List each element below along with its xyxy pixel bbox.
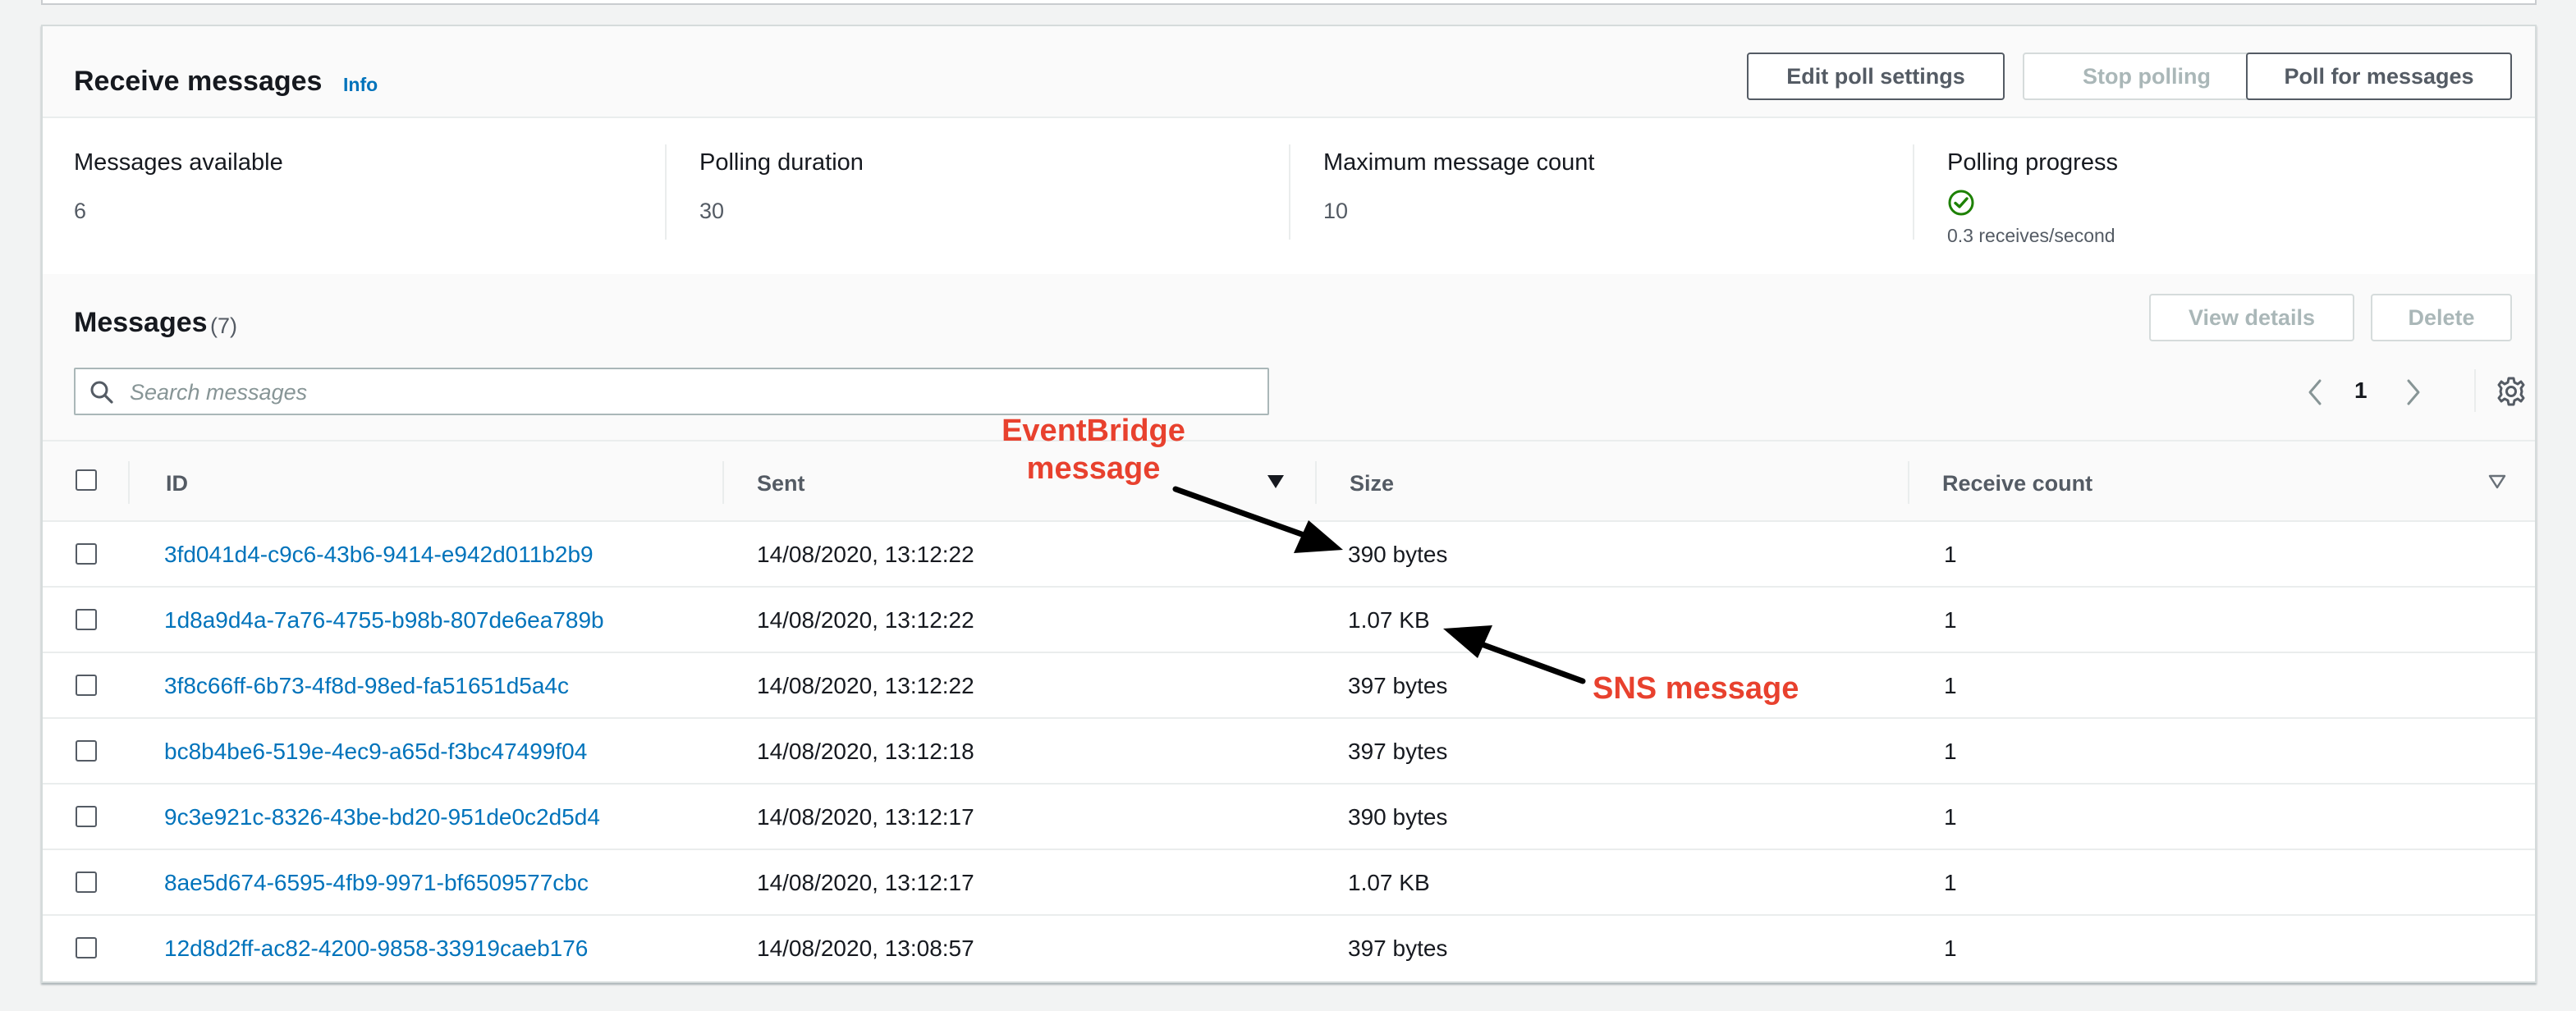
receive-count-cell: 1 [1944,542,1957,567]
table-row[interactable]: 9c3e921c-8326-43be-bd20-951de0c2d5d4 14/… [43,785,2535,850]
search-box [74,368,1269,415]
gear-icon[interactable] [2496,376,2527,407]
column-divider[interactable] [1908,461,1909,504]
row-checkbox[interactable] [76,740,97,762]
stat-label: Polling duration [699,149,864,176]
message-id-link[interactable]: 9c3e921c-8326-43be-bd20-951de0c2d5d4 [164,804,600,830]
stat-messages-available: Messages available 6 [74,143,649,240]
column-divider[interactable] [722,461,724,504]
poll-for-messages-button[interactable]: Poll for messages [2246,53,2512,100]
row-checkbox[interactable] [76,609,97,630]
table-row[interactable]: 8ae5d674-6595-4fb9-9971-bf6509577cbc 14/… [43,850,2535,916]
size-cell: 1.07 KB [1348,607,1430,633]
sns-annotation: SNS message [1593,671,1799,706]
search-icon [90,381,113,404]
sent-cell: 14/08/2020, 13:08:57 [757,936,974,961]
receive-messages-panel: Receive messages Info Edit poll settings… [41,25,2537,983]
stat-polling-duration: Polling duration 30 [699,143,1274,240]
receive-count-cell: 1 [1944,739,1957,764]
column-header-size[interactable]: Size [1350,471,1394,496]
receive-count-cell: 1 [1944,607,1957,633]
edit-poll-settings-button[interactable]: Edit poll settings [1747,53,2005,100]
stat-label: Maximum message count [1323,149,1595,176]
size-cell: 390 bytes [1348,804,1448,830]
row-checkbox[interactable] [76,543,97,565]
page-number[interactable]: 1 [2354,377,2367,404]
row-checkbox[interactable] [76,937,97,958]
polling-rate: 0.3 receives/second [1947,225,2115,246]
select-all-checkbox[interactable] [76,469,97,491]
delete-button[interactable]: Delete [2371,294,2512,341]
table-row[interactable]: 3fd041d4-c9c6-43b6-9414-e942d011b2b9 14/… [43,522,2535,588]
message-id-link[interactable]: 1d8a9d4a-7a76-4755-b98b-807de6ea789b [164,607,604,634]
row-checkbox[interactable] [76,871,97,893]
column-header-receive-count[interactable]: Receive count [1942,471,2092,496]
stat-label: Messages available [74,149,283,176]
message-id-link[interactable]: 8ae5d674-6595-4fb9-9971-bf6509577cbc [164,870,589,896]
stop-polling-button[interactable]: Stop polling [2023,53,2271,100]
sent-cell: 14/08/2020, 13:12:17 [757,870,974,895]
column-divider[interactable] [1315,461,1317,504]
row-checkbox[interactable] [76,806,97,827]
column-divider [128,461,130,504]
info-link[interactable]: Info [343,74,378,96]
check-circle-icon [1948,190,1974,216]
stat-divider [665,144,667,240]
size-cell: 1.07 KB [1348,870,1430,895]
column-header-id[interactable]: ID [166,471,188,496]
message-id-link[interactable]: bc8b4be6-519e-4ec9-a65d-f3bc47499f04 [164,739,587,765]
size-cell: 397 bytes [1348,673,1448,698]
sent-cell: 14/08/2020, 13:12:22 [757,673,974,698]
caret-down-icon[interactable] [1266,473,1286,491]
stat-value: 10 [1323,199,1349,223]
stat-divider [1913,144,1914,240]
receive-count-cell: 1 [1944,870,1957,895]
receive-count-cell: 1 [1944,673,1957,698]
sent-cell: 14/08/2020, 13:12:22 [757,542,974,567]
search-input[interactable] [130,376,1246,409]
stat-label: Polling progress [1947,149,2118,176]
stat-divider [1289,144,1290,240]
row-checkbox[interactable] [76,675,97,696]
message-id-link[interactable]: 3fd041d4-c9c6-43b6-9414-e942d011b2b9 [164,542,594,568]
table-row[interactable]: bc8b4be6-519e-4ec9-a65d-f3bc47499f04 14/… [43,719,2535,785]
chevron-right-icon[interactable] [2400,376,2425,409]
messages-header: Messages (7) View details Delete 1 [43,274,2535,464]
receive-count-cell: 1 [1944,936,1957,961]
receive-messages-title: Receive messages [74,66,323,97]
size-cell: 397 bytes [1348,936,1448,961]
caret-down-outline-icon[interactable] [2487,473,2507,491]
pager-divider [2474,369,2476,412]
sent-cell: 14/08/2020, 13:12:22 [757,607,974,633]
sent-cell: 14/08/2020, 13:12:18 [757,739,974,764]
stat-value: 6 [74,199,87,223]
messages-title: Messages [74,307,208,338]
stat-max-message-count: Maximum message count 10 [1323,143,1898,240]
stat-polling-progress: Polling progress 0.3 receives/second [1947,143,2522,246]
messages-count: (7) [210,313,237,338]
stat-value: 30 [699,199,725,223]
column-header-sent[interactable]: Sent [757,471,805,496]
polling-stats: Messages available 6 Polling duration 30… [43,118,2535,274]
size-cell: 390 bytes [1348,542,1448,567]
table-header: ID Sent Size Receive count [43,440,2535,522]
view-details-button[interactable]: View details [2149,294,2354,341]
receive-count-cell: 1 [1944,804,1957,830]
receive-messages-header: Receive messages Info Edit poll settings… [43,26,2535,118]
table-row[interactable]: 3f8c66ff-6b73-4f8d-98ed-fa51651d5a4c 14/… [43,653,2535,719]
message-id-link[interactable]: 3f8c66ff-6b73-4f8d-98ed-fa51651d5a4c [164,673,569,699]
table-row[interactable]: 1d8a9d4a-7a76-4755-b98b-807de6ea789b 14/… [43,588,2535,653]
eventbridge-annotation: EventBridge message [1002,414,1185,487]
sent-cell: 14/08/2020, 13:12:17 [757,804,974,830]
table-row[interactable]: 12d8d2ff-ac82-4200-9858-33919caeb176 14/… [43,916,2535,981]
previous-panel-edge [41,0,2537,5]
chevron-left-icon[interactable] [2303,376,2328,409]
size-cell: 397 bytes [1348,739,1448,764]
message-id-link[interactable]: 12d8d2ff-ac82-4200-9858-33919caeb176 [164,936,588,962]
